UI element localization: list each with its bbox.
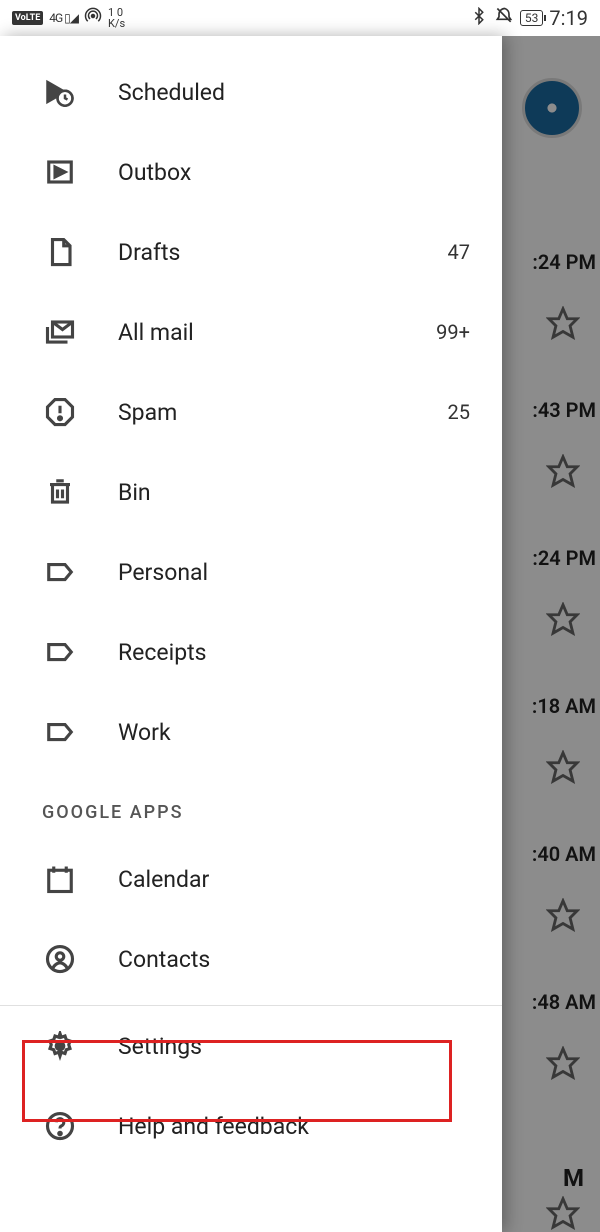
status-time: 7:19 xyxy=(549,6,588,30)
drafts-icon xyxy=(42,234,78,270)
contacts-icon xyxy=(42,941,78,977)
nav-label: Drafts xyxy=(118,239,448,266)
nav-item-all-mail[interactable]: All mail 99+ xyxy=(0,292,502,372)
hotspot-icon xyxy=(84,7,102,29)
nav-item-outbox[interactable]: Outbox xyxy=(0,132,502,212)
nav-count: 47 xyxy=(448,240,470,264)
nav-label: Scheduled xyxy=(118,79,470,106)
help-icon xyxy=(42,1108,78,1144)
spam-icon xyxy=(42,394,78,430)
section-header-google-apps: GOOGLE APPS xyxy=(0,772,502,839)
nav-label: Receipts xyxy=(118,639,470,666)
nav-item-contacts[interactable]: Contacts xyxy=(0,919,502,999)
network-indicator: 4G ▯◢ xyxy=(49,11,78,25)
gear-icon xyxy=(42,1028,78,1064)
navigation-drawer: Sent 2 Scheduled Outbox Drafts 47 All xyxy=(0,36,502,1232)
nav-label: Spam xyxy=(118,399,448,426)
nav-item-scheduled[interactable]: Scheduled xyxy=(0,52,502,132)
nav-item-receipts[interactable]: Receipts xyxy=(0,612,502,692)
bluetooth-icon xyxy=(470,7,488,29)
nav-label: Contacts xyxy=(118,946,502,973)
label-icon xyxy=(42,554,78,590)
nav-count: 25 xyxy=(448,400,470,424)
nav-item-personal[interactable]: Personal xyxy=(0,532,502,612)
nav-item-bin[interactable]: Bin xyxy=(0,452,502,532)
label-icon xyxy=(42,634,78,670)
nav-label: Bin xyxy=(118,479,470,506)
nav-label: Settings xyxy=(118,1033,502,1060)
nav-item-sent[interactable]: Sent 2 xyxy=(0,36,502,52)
nav-item-spam[interactable]: Spam 25 xyxy=(0,372,502,452)
nav-item-help[interactable]: Help and feedback xyxy=(0,1086,502,1166)
bin-icon xyxy=(42,474,78,510)
battery-indicator: 53 xyxy=(520,10,544,26)
nav-item-drafts[interactable]: Drafts 47 xyxy=(0,212,502,292)
data-speed: 1 0 K/s xyxy=(108,7,125,29)
scheduled-icon xyxy=(42,74,78,110)
nav-label: All mail xyxy=(118,319,436,346)
volte-indicator: VoLTE xyxy=(12,11,43,25)
nav-item-calendar[interactable]: Calendar xyxy=(0,839,502,919)
sent-icon xyxy=(42,36,78,38)
nav-label: Work xyxy=(118,719,470,746)
nav-count: 99+ xyxy=(436,320,470,344)
nav-label: Help and feedback xyxy=(118,1113,502,1140)
nav-item-work[interactable]: Work xyxy=(0,692,502,772)
calendar-icon xyxy=(42,861,78,897)
nav-label: Outbox xyxy=(118,159,470,186)
all-mail-icon xyxy=(42,314,78,350)
label-icon xyxy=(42,714,78,750)
nav-label: Calendar xyxy=(118,866,502,893)
status-bar: VoLTE 4G ▯◢ 1 0 K/s 53 7:19 xyxy=(0,0,600,36)
mute-icon xyxy=(494,6,514,30)
nav-label: Personal xyxy=(118,559,470,586)
outbox-icon xyxy=(42,154,78,190)
nav-item-settings[interactable]: Settings xyxy=(0,1006,502,1086)
